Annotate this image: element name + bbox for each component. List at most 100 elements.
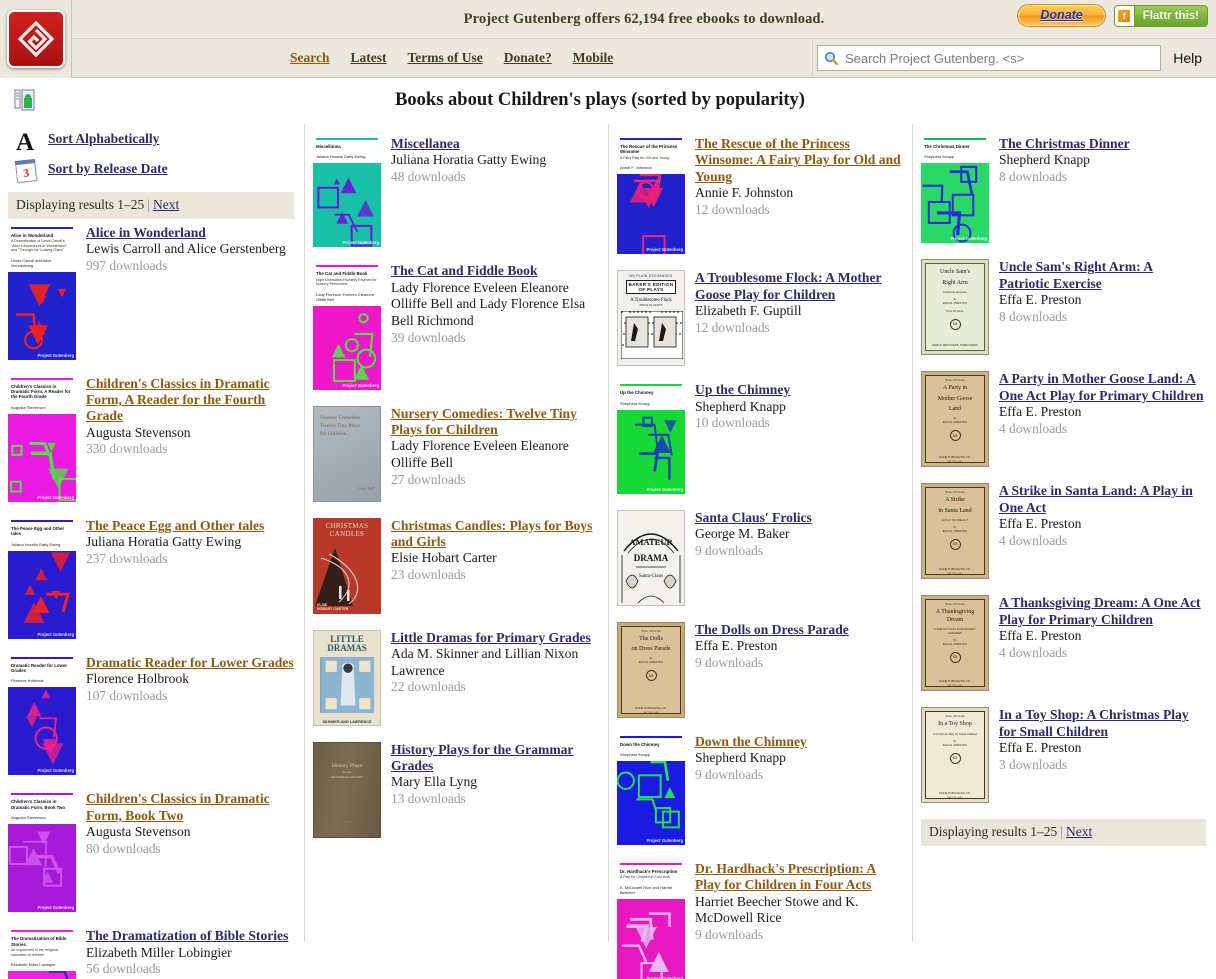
book-cover[interactable]: Dr. Hardhack's Prescription A Play for C… bbox=[617, 861, 685, 979]
book-result-item: The Cat and Fiddle Book Eight Dramatised… bbox=[313, 263, 598, 390]
book-cover[interactable]: The Peace Egg and Other tales Juliana Ho… bbox=[8, 517, 76, 639]
book-cover-wrap[interactable]: Miscellanea Juliana Horatia Gatty Ewing … bbox=[313, 136, 381, 248]
flattr-button[interactable]: f Flattr this! bbox=[1113, 4, 1208, 27]
book-cover[interactable]: Price, 25 Cents A Thanksgiving Dream A O… bbox=[921, 595, 989, 692]
book-cover-wrap[interactable]: Uncle Sam's Right Arm A Patriotic Exercis… bbox=[921, 259, 989, 356]
book-title-link[interactable]: The Dolls on Dress Parade bbox=[695, 622, 902, 638]
sort-alphabetical-row[interactable]: A Sort Alphabetically bbox=[8, 130, 294, 160]
book-cover-wrap[interactable]: Price, 30 Cents The Dolls on Dress Parade… bbox=[617, 621, 685, 718]
book-title-link[interactable]: History Plays for the Grammar Grades bbox=[391, 742, 598, 775]
book-title-link[interactable]: Alice in Wonderland bbox=[86, 225, 294, 241]
book-title-link[interactable]: A Thanksgiving Dream: A One Act Play for… bbox=[999, 595, 1206, 628]
book-title-link[interactable]: Children's Classics in Dramatic Form, A … bbox=[86, 376, 294, 425]
book-cover[interactable]: Down the Chimney Shepherd Knapp Project … bbox=[617, 733, 685, 846]
book-cover[interactable]: Children's Classics in Dramatic Form, A … bbox=[8, 375, 76, 502]
book-cover-wrap[interactable]: Up the Chimney Shepherd Knapp Project Gu… bbox=[617, 382, 685, 494]
book-cover-wrap[interactable]: History Plays for the GRAMMAR GRADES —— bbox=[313, 741, 381, 838]
book-title-link[interactable]: The Rescue of the Princess Winsome: A Fa… bbox=[695, 136, 902, 185]
book-author: Lewis Carroll and Alice Gerstenberg bbox=[86, 241, 286, 257]
book-title-link[interactable]: The Peace Egg and Other tales bbox=[86, 518, 294, 534]
book-list-column-2: Miscellanea Juliana Horatia Gatty Ewing … bbox=[313, 124, 598, 838]
book-cover[interactable]: CHRISTMAS CANDLES ELSIE HOBART CARTER bbox=[313, 517, 381, 614]
book-title-link[interactable]: Uncle Sam's Right Arm: A Patriotic Exerc… bbox=[999, 259, 1206, 292]
project-gutenberg-logo-icon[interactable] bbox=[6, 10, 65, 68]
book-cover-wrap[interactable]: LITTLE DRAMAS SKINNER AND LAWRENCE bbox=[313, 629, 381, 726]
book-cover[interactable]: Price, 30 Cents The Dolls on Dress Parade… bbox=[617, 621, 685, 718]
book-cover-wrap[interactable]: The Rescue of the Princess Winsome A Fai… bbox=[617, 136, 685, 255]
book-cover-wrap[interactable]: Nursery Comedies Twelve Tiny Plays for Chi… bbox=[313, 405, 381, 502]
sort-alphabetically-link[interactable]: Sort Alphabetically bbox=[48, 130, 159, 148]
book-cover-wrap[interactable]: Alice in Wonderland A Dramatization of L… bbox=[8, 225, 76, 360]
book-cover[interactable]: The Cat and Fiddle Book Eight Dramatised… bbox=[313, 263, 381, 390]
book-cover-wrap[interactable]: Price, 25 Cents A Strike in Santa Land A … bbox=[921, 483, 989, 580]
book-cover-wrap[interactable]: CHRISTMAS CANDLES ELSIE HOBART CARTER bbox=[313, 517, 381, 614]
book-title-link[interactable]: Santa Claus' Frolics bbox=[695, 510, 902, 526]
book-title-link[interactable]: Up the Chimney bbox=[695, 382, 902, 398]
book-cover-wrap[interactable]: Dramatic Reader for Lower Grades Florenc… bbox=[8, 654, 76, 776]
book-title-link[interactable]: Children's Classics in Dramatic Form, Bo… bbox=[86, 791, 294, 824]
book-meta: Christmas Candles: Plays for Boys and Gi… bbox=[391, 518, 598, 584]
book-title-link[interactable]: Nursery Comedies: Twelve Tiny Plays for … bbox=[391, 406, 598, 439]
book-cover[interactable]: AMATEUR DRAMA Santa-Claus bbox=[617, 509, 685, 606]
book-cover[interactable]: Price, 25 Cents A Party in Mother Goose La… bbox=[921, 371, 989, 468]
book-title-link[interactable]: Christmas Candles: Plays for Boys and Gi… bbox=[391, 518, 598, 551]
book-cover-wrap[interactable]: Children's Classics in Dramatic Form, Bo… bbox=[8, 791, 76, 913]
book-cover[interactable]: Dramatic Reader for Lower Grades Florenc… bbox=[8, 654, 76, 776]
pagination-bottom-next-link[interactable]: Next bbox=[1066, 824, 1092, 839]
search-input[interactable] bbox=[843, 49, 1155, 67]
book-cover-wrap[interactable]: The Peace Egg and Other tales Juliana Ho… bbox=[8, 517, 76, 639]
book-title-link[interactable]: A Party in Mother Goose Land: A One Act … bbox=[999, 371, 1206, 404]
book-title-link[interactable]: Little Dramas for Primary Grades bbox=[391, 630, 598, 646]
book-title-link[interactable]: Down the Chimney bbox=[695, 734, 902, 750]
book-cover[interactable]: Children's Classics in Dramatic Form, Bo… bbox=[8, 791, 76, 913]
book-cover[interactable]: History Plays for the GRAMMAR GRADES —— bbox=[313, 741, 381, 838]
book-title-link[interactable]: Dramatic Reader for Lower Grades bbox=[86, 655, 294, 671]
book-cover-wrap[interactable]: The Christmas Dinner Shepherd Knapp Proj… bbox=[921, 136, 989, 244]
book-title-link[interactable]: The Cat and Fiddle Book bbox=[391, 263, 598, 279]
book-cover-wrap[interactable]: Children's Classics in Dramatic Form, A … bbox=[8, 375, 76, 502]
book-cover[interactable]: The Rescue of the Princess Winsome A Fai… bbox=[617, 136, 685, 255]
donate-button[interactable]: Donate bbox=[1017, 4, 1106, 27]
book-title-link[interactable]: In a Toy Shop: A Christmas Play for Smal… bbox=[999, 707, 1206, 740]
book-cover-wrap[interactable]: Price, 25 Cents In a Toy Shop A Christma… bbox=[921, 707, 989, 804]
book-cover[interactable]: The Dramatization of Bible Stories An ex… bbox=[8, 928, 76, 979]
svg-text:Santa-Claus: Santa-Claus bbox=[639, 574, 663, 579]
book-author: Augusta Stevenson bbox=[86, 424, 191, 440]
book-title-link[interactable]: The Dramatization of Bible Stories bbox=[86, 928, 294, 944]
sort-by-release-date-link[interactable]: Sort by Release Date bbox=[48, 160, 168, 178]
book-title-link[interactable]: The Christmas Dinner bbox=[999, 136, 1206, 152]
book-cover-wrap[interactable]: AMATEUR DRAMA Santa-Claus bbox=[617, 509, 685, 606]
nav-item-terms-of-use[interactable]: Terms of Use bbox=[408, 50, 483, 66]
nav-item-search[interactable]: Search bbox=[290, 50, 330, 66]
nav-item-donate[interactable]: Donate? bbox=[504, 50, 552, 66]
book-cover-wrap[interactable]: Price, 25 Cents A Thanksgiving Dream A O… bbox=[921, 595, 989, 692]
book-cover-wrap[interactable]: NO PLAIN EXCHANGES BAKER'S EDITION OF PLA… bbox=[617, 270, 685, 367]
book-title-link[interactable]: A Troublesome Flock: A Mother Goose Play… bbox=[695, 270, 902, 303]
pagination-top-next-link[interactable]: Next bbox=[153, 197, 179, 212]
book-cover[interactable]: Nursery Comedies Twelve Tiny Plays for Chi… bbox=[313, 405, 381, 502]
book-download-count: 13 downloads bbox=[391, 791, 466, 807]
book-cover[interactable]: NO PLAIN EXCHANGES BAKER'S EDITION OF PLA… bbox=[617, 270, 685, 367]
help-link[interactable]: Help bbox=[1161, 50, 1212, 66]
nav-item-mobile[interactable]: Mobile bbox=[573, 50, 614, 66]
book-cover[interactable]: LITTLE DRAMAS SKINNER AND LAWRENCE bbox=[313, 629, 381, 726]
book-title-link[interactable]: Dr. Hardhack's Prescription: A Play for … bbox=[695, 861, 902, 894]
book-cover[interactable]: The Christmas Dinner Shepherd Knapp Proj… bbox=[921, 136, 989, 244]
book-cover-wrap[interactable]: The Cat and Fiddle Book Eight Dramatised… bbox=[313, 263, 381, 390]
book-cover[interactable]: Price, 25 Cents A Strike in Santa Land A … bbox=[921, 483, 989, 580]
book-cover-wrap[interactable]: Price, 25 Cents A Party in Mother Goose La… bbox=[921, 371, 989, 468]
book-title-link[interactable]: Miscellanea bbox=[391, 136, 598, 152]
book-cover[interactable]: Price, 25 Cents In a Toy Shop A Christma… bbox=[921, 707, 989, 804]
book-cover[interactable]: Alice in Wonderland A Dramatization of L… bbox=[8, 225, 76, 360]
book-cover[interactable]: Uncle Sam's Right Arm A Patriotic Exercis… bbox=[921, 259, 989, 356]
book-cover-wrap[interactable]: Down the Chimney Shepherd Knapp Project … bbox=[617, 733, 685, 846]
book-cover-wrap[interactable]: The Dramatization of Bible Stories An ex… bbox=[8, 928, 76, 979]
search-box[interactable] bbox=[817, 45, 1162, 71]
book-title-link[interactable]: A Strike in Santa Land: A Play in One Ac… bbox=[999, 483, 1206, 516]
book-author: Elizabeth Miller Lobingier bbox=[86, 944, 232, 960]
book-cover-wrap[interactable]: Dr. Hardhack's Prescription A Play for C… bbox=[617, 861, 685, 979]
nav-item-latest[interactable]: Latest bbox=[351, 50, 387, 66]
book-cover[interactable]: Miscellanea Juliana Horatia Gatty Ewing … bbox=[313, 136, 381, 248]
sort-release-date-row[interactable]: 3 Sort by Release Date bbox=[8, 159, 294, 190]
book-cover[interactable]: Up the Chimney Shepherd Knapp Project Gu… bbox=[617, 382, 685, 494]
